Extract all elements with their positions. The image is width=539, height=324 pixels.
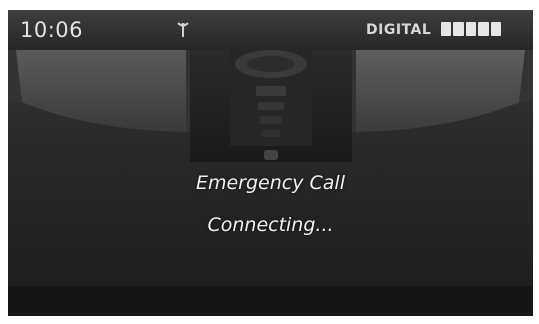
radio-mode-label: DIGITAL [366, 22, 432, 38]
signal-bar [478, 22, 489, 36]
signal-bar [441, 22, 452, 36]
signal-bar [465, 22, 477, 36]
signal-bar [453, 22, 464, 36]
antenna-icon [177, 22, 189, 37]
clock: 10:06 [20, 18, 84, 42]
signal-strength-icon [441, 22, 502, 36]
bottom-bar [8, 286, 533, 316]
emergency-call-title: Emergency Call [195, 172, 345, 194]
head-unit-screen: 10:06 DIGITAL Emergency Call Connecting.… [8, 10, 533, 316]
signal-bar [490, 22, 502, 36]
status-bar: 10:06 DIGITAL [8, 10, 533, 50]
connection-status: Connecting... [207, 214, 334, 236]
display-frame: 10:06 DIGITAL Emergency Call Connecting.… [0, 0, 539, 324]
